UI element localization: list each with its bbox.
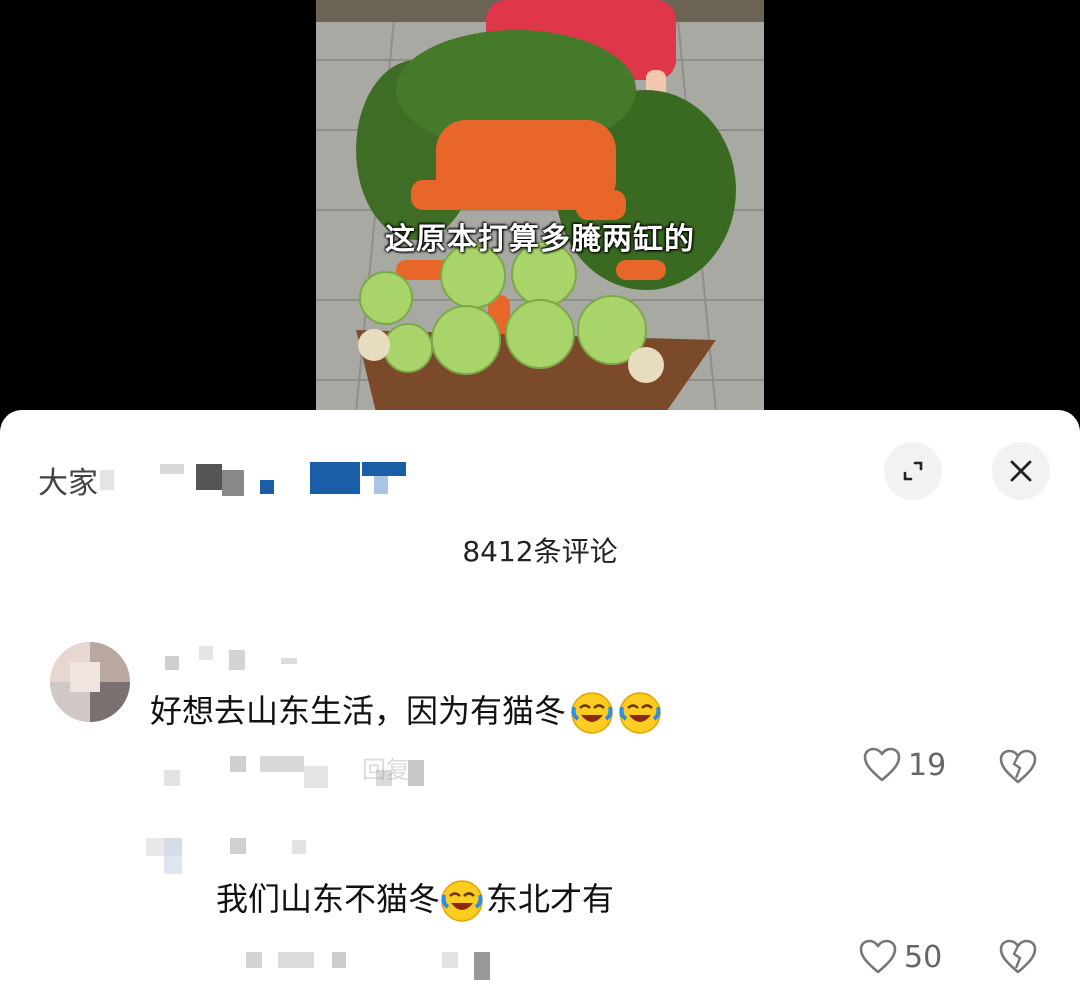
video-frame[interactable]: 这原本打算多腌两缸的: [316, 0, 764, 412]
video-caption: 这原本打算多腌两缸的: [385, 222, 695, 257]
broken-heart-icon: [999, 749, 1037, 784]
close-icon: [1010, 460, 1032, 482]
heart-outline-icon: [859, 939, 897, 974]
like-count: 50: [904, 939, 943, 975]
avatar[interactable]: [50, 642, 130, 722]
expand-button[interactable]: [884, 442, 942, 500]
broken-heart-icon: [999, 939, 1037, 974]
comment-text-content: 好想去山东生活，因为有猫冬: [150, 692, 567, 730]
reply-text: 我们山东不猫冬 东北才有: [216, 874, 614, 923]
comment-meta: [242, 948, 502, 982]
expand-icon: [903, 461, 923, 481]
censored-username: [226, 834, 326, 858]
video-player[interactable]: 这原本打算多腌两缸的: [0, 0, 1080, 420]
reply-button[interactable]: 回复: [362, 750, 410, 785]
heart-outline-icon: [863, 747, 901, 782]
video-thumbnail-image: [316, 0, 764, 412]
comment-count: 8412条评论: [462, 535, 618, 568]
like-button[interactable]: 19: [862, 746, 946, 784]
crying-laughing-emoji-icon: [441, 880, 483, 922]
crying-laughing-emoji-icon: [571, 692, 613, 734]
reply-text-after: 东北才有: [486, 880, 615, 918]
like-count: 19: [908, 747, 947, 783]
censored-username: [165, 646, 305, 676]
crying-laughing-emoji-icon: [619, 692, 661, 734]
sheet-title-text: 大家: [38, 466, 98, 501]
censored-title-pixels: [100, 462, 520, 502]
close-button[interactable]: [992, 442, 1050, 500]
comment-text: 好想去山东生活，因为有猫冬: [150, 686, 662, 735]
dislike-button[interactable]: [998, 938, 1038, 980]
like-button[interactable]: 50: [858, 938, 942, 976]
comment-sheet: 大家 8412条评论 好想去山东生活，因为有猫冬 回复 19 我们山东不猫冬 东…: [0, 410, 1080, 990]
reply-text-before: 我们山东不猫冬: [216, 880, 441, 918]
dislike-button[interactable]: [998, 748, 1038, 790]
reply-avatar-censored[interactable]: [146, 834, 202, 874]
sheet-title: 大家: [38, 458, 98, 502]
